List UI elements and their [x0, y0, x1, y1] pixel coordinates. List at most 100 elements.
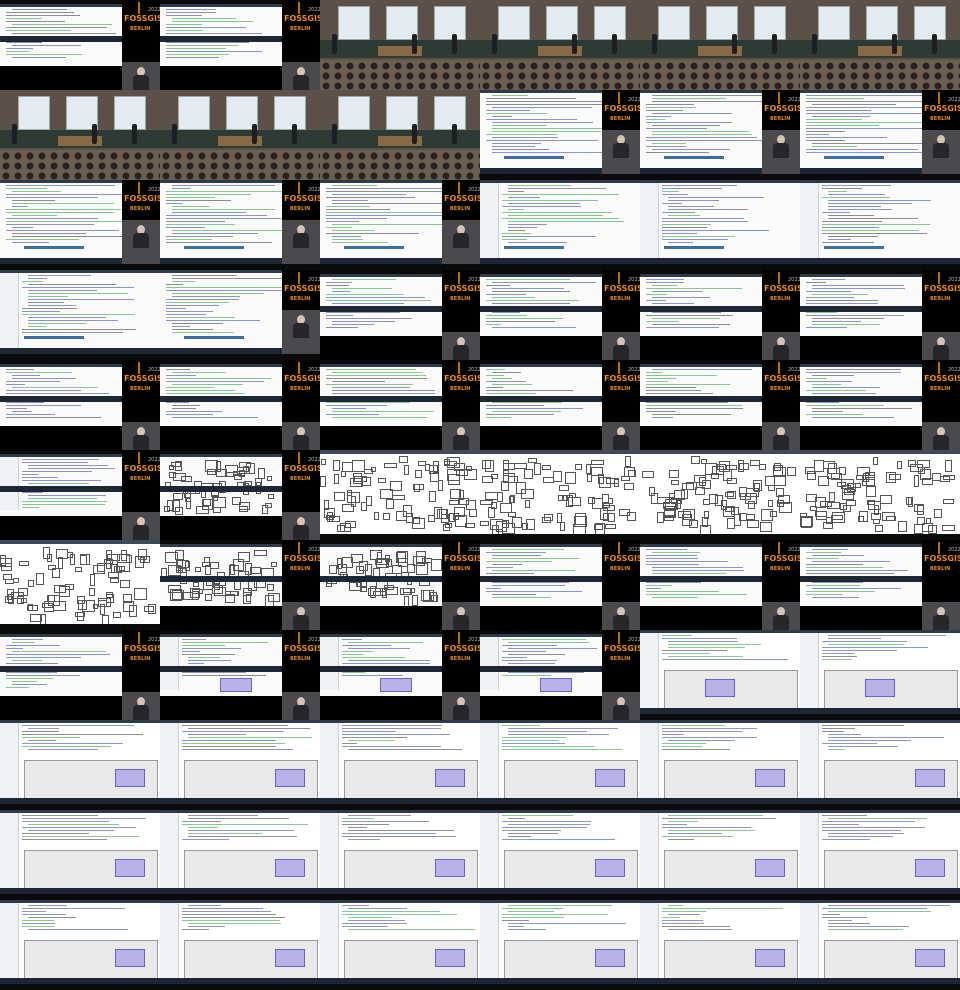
map-building: [36, 573, 44, 585]
code-line: [492, 131, 601, 132]
presenter: [652, 34, 657, 54]
projection-screen: [594, 6, 626, 40]
code-line: [806, 564, 863, 565]
code-line: [326, 206, 370, 207]
logo-city: BERLIN: [770, 386, 791, 392]
code-line: [22, 462, 88, 463]
code-line: [22, 926, 54, 927]
conference-logo: 2022 FOSSGIS BERLIN: [602, 540, 640, 602]
code-line: [806, 300, 878, 301]
code-line: [822, 743, 877, 744]
code-line: [342, 905, 369, 906]
projection-screen: [434, 96, 466, 130]
code-line: [342, 734, 450, 735]
code-line: [812, 288, 905, 289]
code-line: [486, 369, 505, 370]
code-line: [812, 318, 884, 319]
code-line: [326, 209, 390, 210]
code-line: [348, 827, 367, 828]
video-frame-thumbnail: [160, 900, 320, 990]
code-line: [812, 582, 863, 583]
window-titlebar: [160, 810, 320, 813]
code-line: [668, 740, 735, 741]
torch-icon: [298, 542, 300, 554]
torch-icon: [298, 182, 300, 194]
code-line: [22, 471, 92, 472]
map-building: [490, 519, 503, 530]
taskbar: [0, 348, 160, 354]
torch-icon: [138, 452, 140, 464]
projection-screen: [434, 6, 466, 40]
code-line: [28, 305, 76, 306]
taskbar: [800, 168, 922, 174]
code-line: [166, 242, 272, 243]
video-frame-thumbnail: [0, 720, 160, 810]
code-line: [12, 684, 47, 685]
screen-capture: [160, 270, 282, 354]
map-building: [943, 475, 955, 480]
code-line: [12, 33, 116, 34]
map-building: [192, 591, 199, 600]
map-preview-panel: [664, 670, 798, 710]
code-line: [12, 639, 43, 640]
torch-icon: [298, 452, 300, 464]
window-titlebar: [160, 544, 282, 547]
map-building: [345, 521, 356, 528]
code-line: [12, 203, 114, 204]
code-line: [342, 728, 441, 729]
video-frame-thumbnail: [640, 0, 800, 90]
viewer-toolbar: [800, 450, 960, 454]
window-titlebar: [320, 810, 480, 813]
window-titlebar: [0, 810, 160, 813]
map-building: [396, 552, 406, 563]
window-titlebar: [0, 720, 160, 723]
code-line: [342, 923, 407, 924]
gis-application-window: [800, 900, 960, 984]
taskbar: [0, 888, 160, 894]
logo-year: 2022: [148, 187, 160, 193]
map-building: [711, 473, 719, 479]
code-line: [668, 656, 743, 657]
letterbox-bar: [160, 66, 282, 90]
map-building: [503, 473, 515, 483]
taskbar: [480, 888, 640, 894]
project-tree-pane: [800, 183, 819, 258]
code-line: [652, 95, 762, 96]
taskbar: [800, 888, 960, 894]
code-line: [182, 920, 280, 921]
map-building: [243, 588, 252, 596]
code-line: [502, 737, 566, 738]
projection-screen: [498, 6, 530, 40]
code-line: [6, 648, 23, 649]
code-line: [646, 122, 732, 123]
code-line: [828, 635, 946, 636]
conference-logo: 2022 FOSSGIS BERLIN: [602, 360, 640, 422]
speaker-camera: [762, 332, 800, 360]
code-line: [348, 815, 411, 816]
contact-sheet-grid: 2022 FOSSGIS BERLIN 2022 FOSSGIS BERLIN 2022 FO…: [0, 0, 960, 990]
map-building: [521, 489, 534, 499]
map-building: [144, 606, 154, 612]
code-line: [6, 239, 79, 240]
map-building: [480, 521, 489, 526]
code-line: [486, 110, 530, 111]
code-line: [812, 324, 880, 325]
code-line: [812, 555, 864, 556]
logo-year: 2022: [948, 547, 960, 553]
code-line: [662, 638, 737, 639]
code-line: [662, 824, 687, 825]
code-line: [348, 839, 380, 840]
code-line: [508, 188, 606, 189]
code-line: [172, 405, 200, 406]
video-frame-thumbnail: 2022 FOSSGIS BERLIN: [320, 360, 480, 450]
code-line: [662, 725, 725, 726]
code-line: [348, 660, 430, 661]
speaker-body: [133, 233, 149, 248]
code-line: [812, 116, 870, 117]
map-building: [374, 512, 379, 520]
code-line: [6, 405, 81, 406]
code-line: [646, 282, 684, 283]
code-line: [502, 233, 531, 234]
map-building: [399, 456, 408, 463]
code-line: [172, 209, 275, 210]
